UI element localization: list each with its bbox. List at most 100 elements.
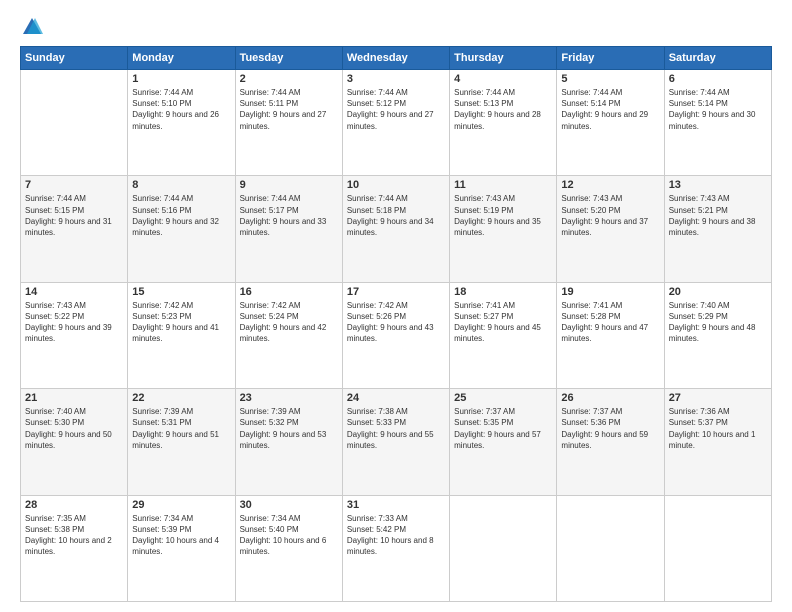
day-info: Sunrise: 7:34 AMSunset: 5:40 PMDaylight:… xyxy=(240,513,338,558)
day-info: Sunrise: 7:43 AMSunset: 5:20 PMDaylight:… xyxy=(561,193,659,238)
day-number: 1 xyxy=(132,73,230,85)
header xyxy=(20,16,772,36)
calendar-header-saturday: Saturday xyxy=(664,47,771,70)
day-number: 28 xyxy=(25,499,123,511)
day-info: Sunrise: 7:37 AMSunset: 5:36 PMDaylight:… xyxy=(561,406,659,451)
calendar-cell: 17Sunrise: 7:42 AMSunset: 5:26 PMDayligh… xyxy=(342,282,449,388)
day-info: Sunrise: 7:44 AMSunset: 5:14 PMDaylight:… xyxy=(561,87,659,132)
calendar-table: SundayMondayTuesdayWednesdayThursdayFrid… xyxy=(20,46,772,602)
calendar-cell: 15 Sunrise: 7:42 AMSunset: 5:23 PMDayligh… xyxy=(128,282,235,388)
day-info: Sunrise: 7:42 AMSunset: 5:26 PMDaylight:… xyxy=(347,300,445,345)
calendar-cell: 29 Sunrise: 7:34 AMSunset: 5:39 PMDayligh… xyxy=(128,495,235,601)
calendar-cell: 13Sunrise: 7:43 AMSunset: 5:21 PMDayligh… xyxy=(664,176,771,282)
logo-icon xyxy=(21,16,43,36)
calendar-cell: 30Sunrise: 7:34 AMSunset: 5:40 PMDayligh… xyxy=(235,495,342,601)
day-info: Sunrise: 7:43 AMSunset: 5:21 PMDaylight:… xyxy=(669,193,767,238)
calendar-cell xyxy=(557,495,664,601)
calendar-cell: 6 Sunrise: 7:44 AMSunset: 5:14 PMDaylight… xyxy=(664,70,771,176)
calendar-header-friday: Friday xyxy=(557,47,664,70)
calendar-cell: 2 Sunrise: 7:44 AMSunset: 5:11 PMDaylight… xyxy=(235,70,342,176)
day-info: Sunrise: 7:40 AMSunset: 5:30 PMDaylight:… xyxy=(25,406,123,451)
calendar-week-4: 21 Sunrise: 7:40 AMSunset: 5:30 PMDayligh… xyxy=(21,389,772,495)
day-info: Sunrise: 7:44 AMSunset: 5:10 PMDaylight:… xyxy=(132,87,230,132)
day-number: 31 xyxy=(347,499,445,511)
day-info: Sunrise: 7:34 AMSunset: 5:39 PMDaylight:… xyxy=(132,513,230,558)
calendar-cell xyxy=(21,70,128,176)
day-number: 5 xyxy=(561,73,659,85)
day-number: 12 xyxy=(561,179,659,191)
day-number: 27 xyxy=(669,392,767,404)
calendar-cell: 26 Sunrise: 7:37 AMSunset: 5:36 PMDayligh… xyxy=(557,389,664,495)
day-number: 2 xyxy=(240,73,338,85)
calendar-cell: 24 Sunrise: 7:38 AMSunset: 5:33 PMDayligh… xyxy=(342,389,449,495)
day-number: 10 xyxy=(347,179,445,191)
day-info: Sunrise: 7:44 AMSunset: 5:18 PMDaylight:… xyxy=(347,193,445,238)
calendar-cell xyxy=(450,495,557,601)
day-number: 21 xyxy=(25,392,123,404)
calendar-cell: 7 Sunrise: 7:44 AMSunset: 5:15 PMDaylight… xyxy=(21,176,128,282)
calendar-cell: 11 Sunrise: 7:43 AMSunset: 5:19 PMDayligh… xyxy=(450,176,557,282)
day-number: 29 xyxy=(132,499,230,511)
day-info: Sunrise: 7:39 AMSunset: 5:32 PMDaylight:… xyxy=(240,406,338,451)
calendar-cell: 19 Sunrise: 7:41 AMSunset: 5:28 PMDayligh… xyxy=(557,282,664,388)
day-info: Sunrise: 7:44 AMSunset: 5:15 PMDaylight:… xyxy=(25,193,123,238)
calendar-cell: 22 Sunrise: 7:39 AMSunset: 5:31 PMDayligh… xyxy=(128,389,235,495)
calendar-cell: 8Sunrise: 7:44 AMSunset: 5:16 PMDaylight… xyxy=(128,176,235,282)
day-number: 24 xyxy=(347,392,445,404)
day-number: 15 xyxy=(132,286,230,298)
day-number: 11 xyxy=(454,179,552,191)
day-info: Sunrise: 7:43 AMSunset: 5:19 PMDaylight:… xyxy=(454,193,552,238)
day-number: 7 xyxy=(25,179,123,191)
calendar-week-5: 28 Sunrise: 7:35 AMSunset: 5:38 PMDayligh… xyxy=(21,495,772,601)
day-number: 9 xyxy=(240,179,338,191)
day-info: Sunrise: 7:42 AMSunset: 5:24 PMDaylight:… xyxy=(240,300,338,345)
page: SundayMondayTuesdayWednesdayThursdayFrid… xyxy=(0,0,792,612)
day-info: Sunrise: 7:42 AMSunset: 5:23 PMDaylight:… xyxy=(132,300,230,345)
calendar-body: 1 Sunrise: 7:44 AMSunset: 5:10 PMDaylight… xyxy=(21,70,772,602)
day-info: Sunrise: 7:39 AMSunset: 5:31 PMDaylight:… xyxy=(132,406,230,451)
day-number: 19 xyxy=(561,286,659,298)
day-number: 8 xyxy=(132,179,230,191)
day-number: 16 xyxy=(240,286,338,298)
calendar-week-3: 14Sunrise: 7:43 AMSunset: 5:22 PMDayligh… xyxy=(21,282,772,388)
calendar-cell: 4 Sunrise: 7:44 AMSunset: 5:13 PMDaylight… xyxy=(450,70,557,176)
calendar-week-2: 7 Sunrise: 7:44 AMSunset: 5:15 PMDaylight… xyxy=(21,176,772,282)
calendar-header-wednesday: Wednesday xyxy=(342,47,449,70)
day-info: Sunrise: 7:41 AMSunset: 5:27 PMDaylight:… xyxy=(454,300,552,345)
day-info: Sunrise: 7:44 AMSunset: 5:13 PMDaylight:… xyxy=(454,87,552,132)
day-info: Sunrise: 7:44 AMSunset: 5:12 PMDaylight:… xyxy=(347,87,445,132)
calendar-cell: 1 Sunrise: 7:44 AMSunset: 5:10 PMDaylight… xyxy=(128,70,235,176)
day-info: Sunrise: 7:37 AMSunset: 5:35 PMDaylight:… xyxy=(454,406,552,451)
day-number: 3 xyxy=(347,73,445,85)
logo xyxy=(20,16,44,36)
day-number: 6 xyxy=(669,73,767,85)
day-info: Sunrise: 7:44 AMSunset: 5:14 PMDaylight:… xyxy=(669,87,767,132)
calendar-cell: 23 Sunrise: 7:39 AMSunset: 5:32 PMDayligh… xyxy=(235,389,342,495)
day-number: 4 xyxy=(454,73,552,85)
calendar-header-row: SundayMondayTuesdayWednesdayThursdayFrid… xyxy=(21,47,772,70)
calendar-header-monday: Monday xyxy=(128,47,235,70)
day-number: 22 xyxy=(132,392,230,404)
logo-text xyxy=(20,16,44,36)
calendar-header-sunday: Sunday xyxy=(21,47,128,70)
day-info: Sunrise: 7:44 AMSunset: 5:11 PMDaylight:… xyxy=(240,87,338,132)
day-info: Sunrise: 7:44 AMSunset: 5:17 PMDaylight:… xyxy=(240,193,338,238)
day-info: Sunrise: 7:38 AMSunset: 5:33 PMDaylight:… xyxy=(347,406,445,451)
calendar-header-tuesday: Tuesday xyxy=(235,47,342,70)
day-number: 25 xyxy=(454,392,552,404)
day-number: 23 xyxy=(240,392,338,404)
calendar-week-1: 1 Sunrise: 7:44 AMSunset: 5:10 PMDaylight… xyxy=(21,70,772,176)
day-number: 14 xyxy=(25,286,123,298)
calendar-cell: 10 Sunrise: 7:44 AMSunset: 5:18 PMDayligh… xyxy=(342,176,449,282)
calendar-cell: 20 Sunrise: 7:40 AMSunset: 5:29 PMDayligh… xyxy=(664,282,771,388)
calendar-cell: 3 Sunrise: 7:44 AMSunset: 5:12 PMDaylight… xyxy=(342,70,449,176)
day-info: Sunrise: 7:41 AMSunset: 5:28 PMDaylight:… xyxy=(561,300,659,345)
day-info: Sunrise: 7:35 AMSunset: 5:38 PMDaylight:… xyxy=(25,513,123,558)
calendar-cell: 18 Sunrise: 7:41 AMSunset: 5:27 PMDayligh… xyxy=(450,282,557,388)
day-number: 26 xyxy=(561,392,659,404)
calendar-cell: 28 Sunrise: 7:35 AMSunset: 5:38 PMDayligh… xyxy=(21,495,128,601)
day-number: 18 xyxy=(454,286,552,298)
day-info: Sunrise: 7:40 AMSunset: 5:29 PMDaylight:… xyxy=(669,300,767,345)
calendar-header-thursday: Thursday xyxy=(450,47,557,70)
day-number: 20 xyxy=(669,286,767,298)
